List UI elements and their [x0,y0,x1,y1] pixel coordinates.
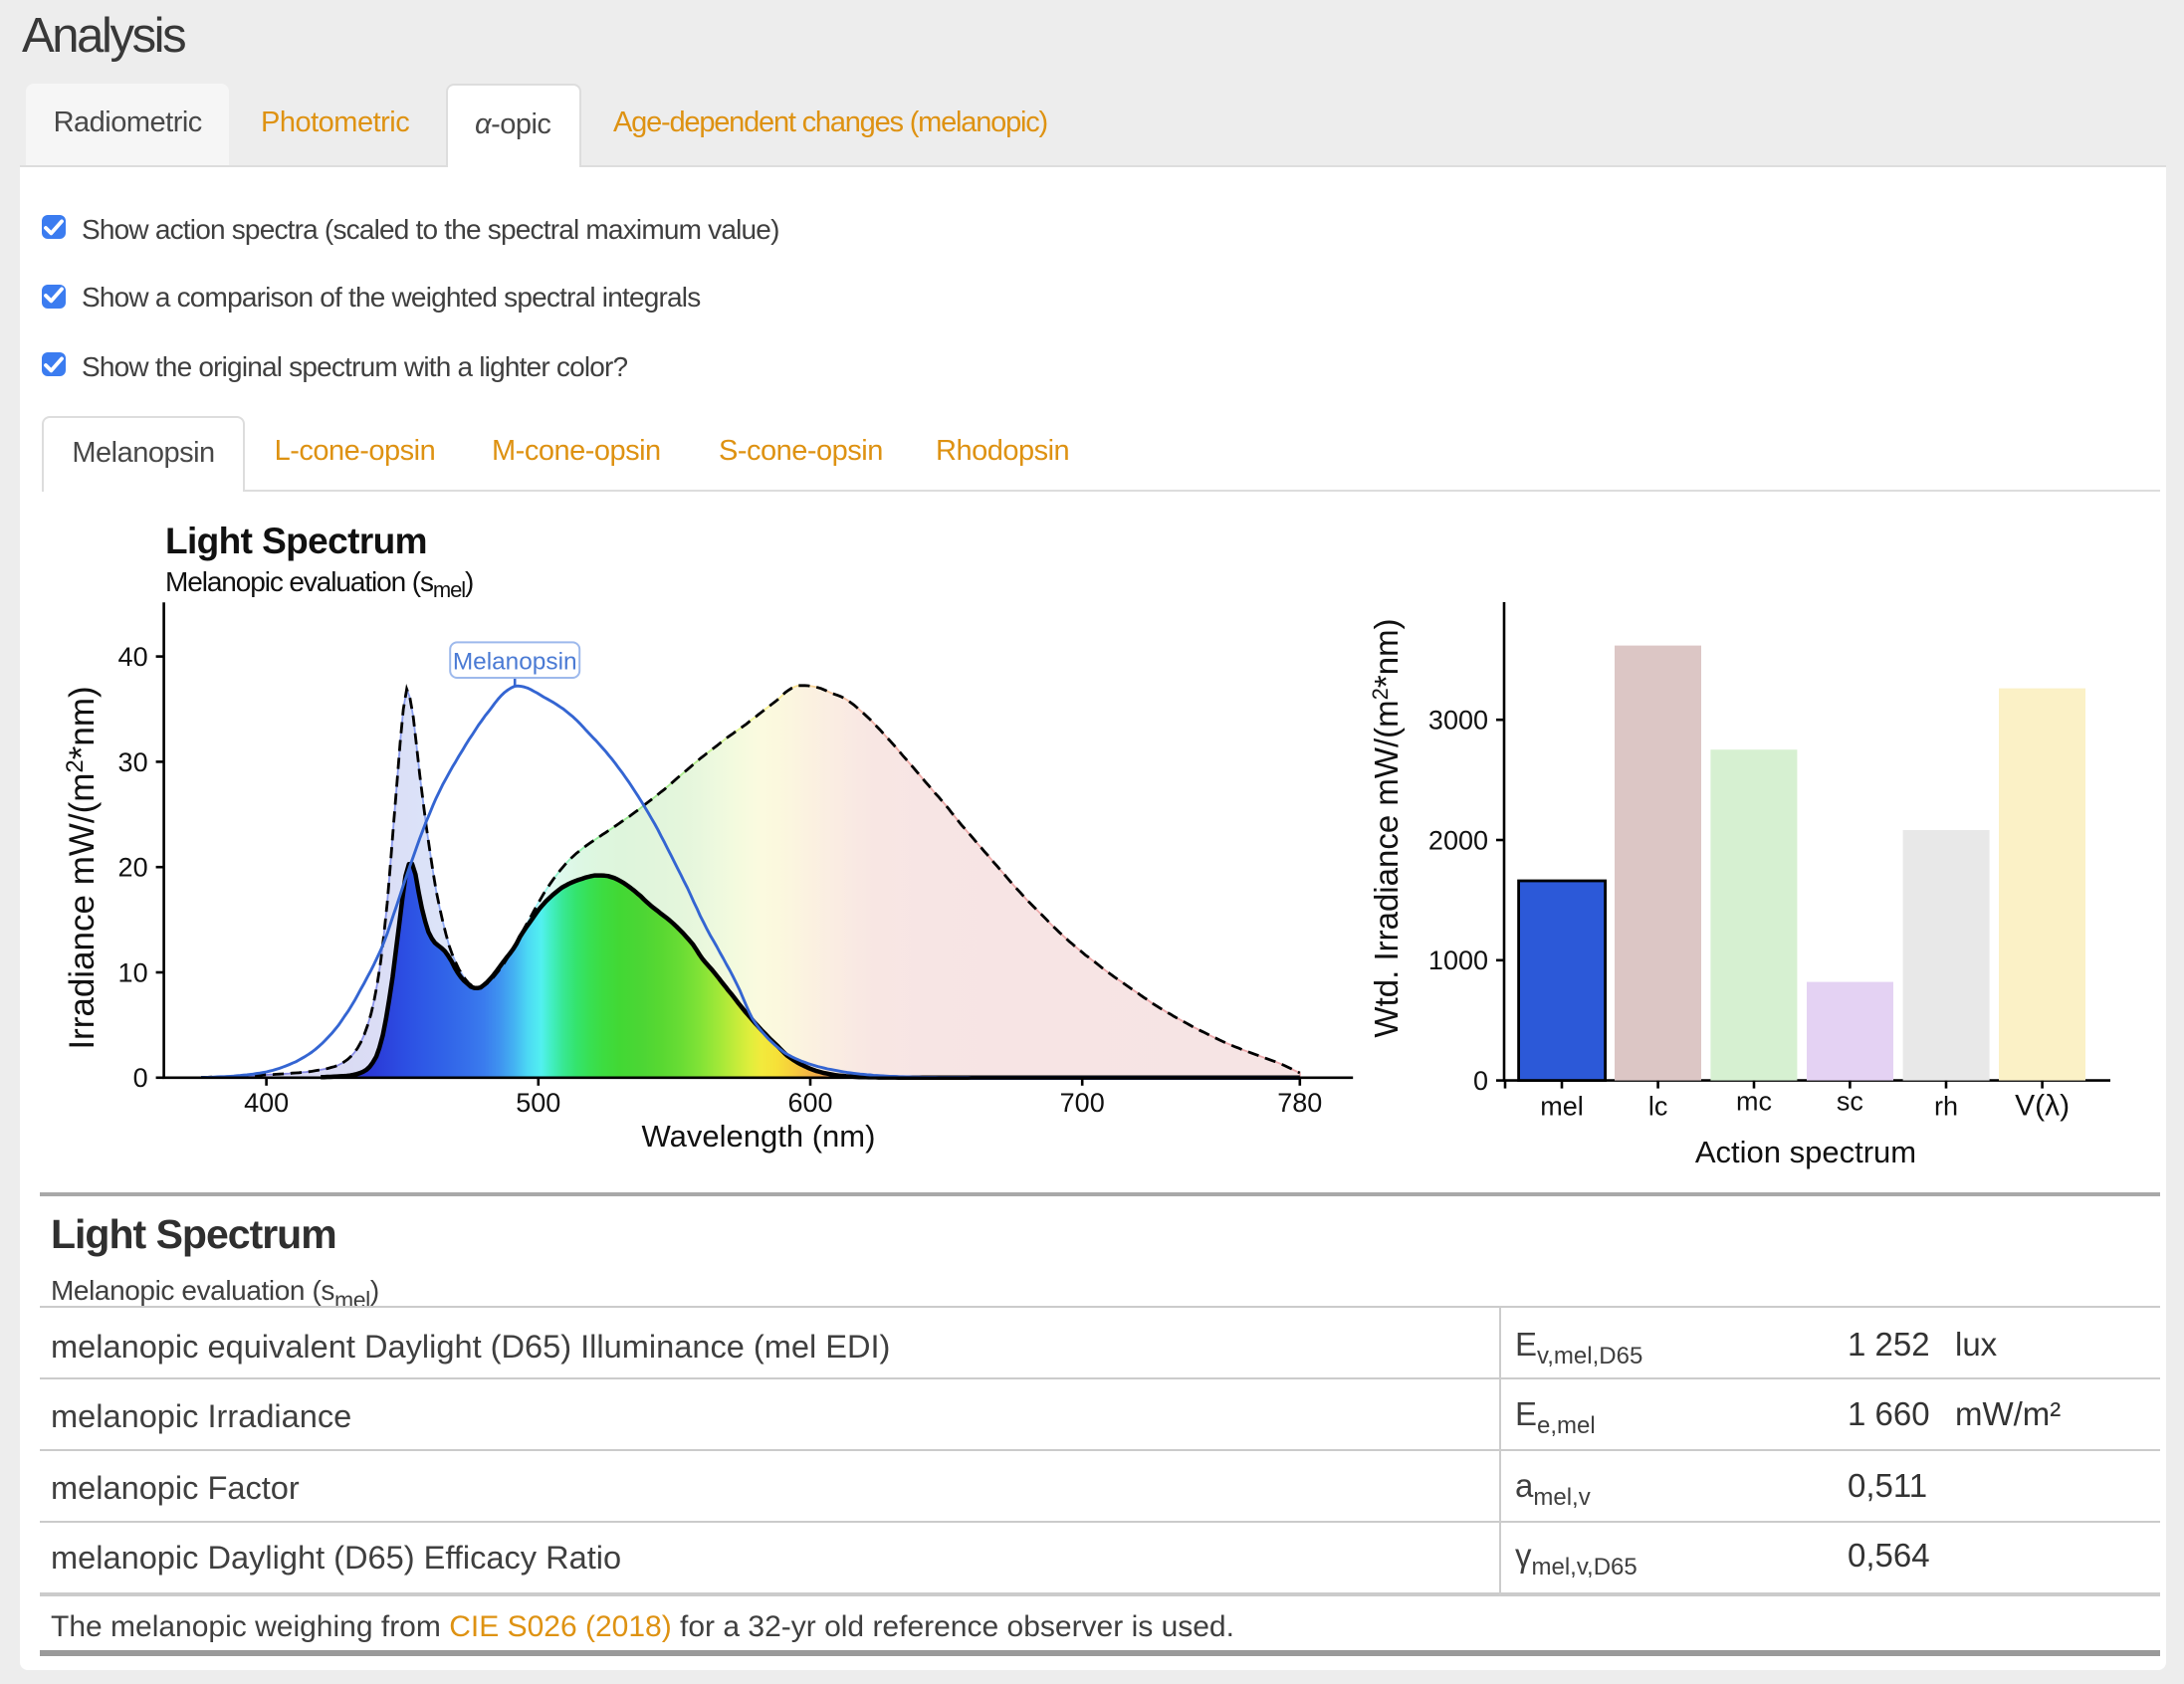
svg-text:40: 40 [118,642,148,672]
svg-text:Irradiance mW/(m2*nm): Irradiance mW/(m2*nm) [62,686,102,1049]
svg-text:sc: sc [1837,1087,1863,1117]
svg-text:Light Spectrum: Light Spectrum [165,521,427,561]
svg-text:0: 0 [1473,1066,1488,1096]
svg-text:Melanopic evaluation (smel): Melanopic evaluation (smel) [165,566,473,602]
svg-text:700: 700 [1060,1088,1105,1118]
svg-text:500: 500 [516,1088,560,1118]
svg-text:600: 600 [787,1088,832,1118]
svg-text:780: 780 [1277,1088,1322,1118]
svg-text:30: 30 [118,747,148,777]
svg-text:Action spectrum: Action spectrum [1695,1135,1916,1169]
svg-text:400: 400 [244,1088,289,1118]
svg-text:2000: 2000 [1428,825,1488,855]
svg-text:mel: mel [1540,1092,1584,1122]
svg-text:10: 10 [118,957,148,987]
svg-text:Wtd. Irradiance mW/(m2*nm): Wtd. Irradiance mW/(m2*nm) [1368,618,1405,1037]
svg-text:1000: 1000 [1428,946,1488,975]
svg-text:Melanopsin: Melanopsin [453,648,577,675]
svg-text:rh: rh [1934,1092,1958,1122]
svg-text:lc: lc [1648,1092,1668,1122]
svg-text:0: 0 [133,1063,148,1093]
svg-text:20: 20 [118,853,148,883]
svg-text:V(λ): V(λ) [2015,1090,2070,1123]
svg-text:mc: mc [1736,1087,1772,1117]
svg-text:3000: 3000 [1428,706,1488,736]
svg-text:Wavelength (nm): Wavelength (nm) [642,1119,876,1154]
